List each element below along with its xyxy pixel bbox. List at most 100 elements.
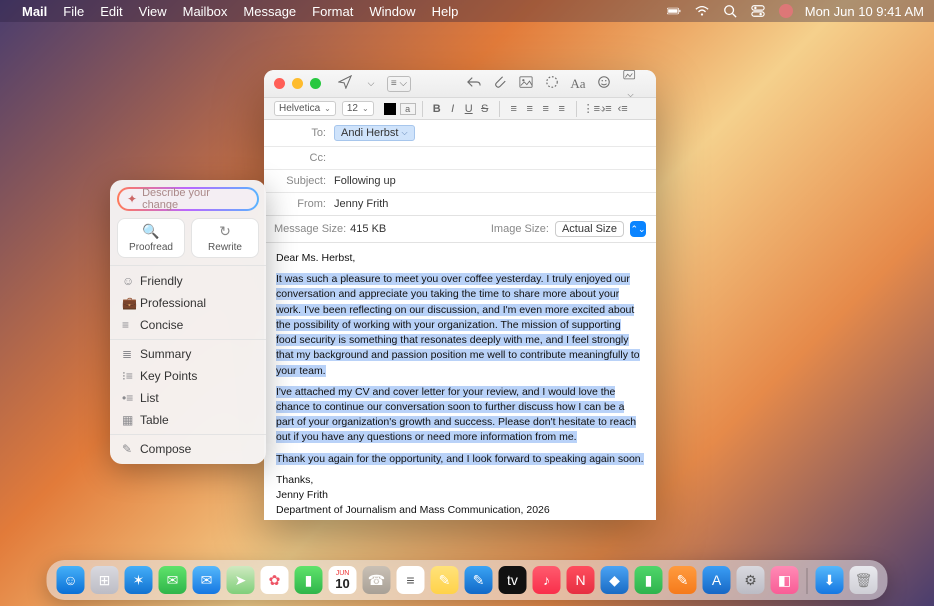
dock-finder[interactable]: ☺ xyxy=(57,566,85,594)
dock-photos[interactable]: ✿ xyxy=(261,566,289,594)
dock-reminders[interactable]: ≡ xyxy=(397,566,425,594)
wifi-icon[interactable] xyxy=(695,4,709,18)
font-select[interactable]: Helvetica⌄ xyxy=(274,101,336,116)
align-left-icon[interactable]: ≡ xyxy=(506,103,522,115)
image-size-menu-button[interactable]: ⌃⌄ xyxy=(630,221,646,237)
dock-notes[interactable]: ✎ xyxy=(431,566,459,594)
indent-left-icon[interactable]: ‹≡ xyxy=(615,103,631,115)
font-size-select[interactable]: 12⌄ xyxy=(342,101,374,116)
dock-freeform[interactable]: ✎ xyxy=(465,566,493,594)
dock-trash[interactable]: 🗑 xyxy=(850,566,878,594)
dock-numbers[interactable]: ▮ xyxy=(635,566,663,594)
dock-news[interactable]: N xyxy=(567,566,595,594)
dock-contacts[interactable]: ☎ xyxy=(363,566,391,594)
proofread-button[interactable]: 🔍 Proofread xyxy=(117,218,185,258)
align-justify-icon[interactable]: ≡ xyxy=(554,103,570,115)
transform-keypoints[interactable]: ⁝≡Key Points xyxy=(110,365,266,387)
spotlight-icon[interactable] xyxy=(723,4,737,18)
to-label: To: xyxy=(274,127,326,139)
from-field[interactable]: Jenny Frith xyxy=(334,198,388,210)
magnifier-icon: 🔍 xyxy=(142,223,159,240)
cc-row[interactable]: Cc: xyxy=(264,147,656,170)
control-center-icon[interactable] xyxy=(751,4,765,18)
menu-view[interactable]: View xyxy=(139,4,167,19)
compose-item[interactable]: ✎Compose xyxy=(110,438,266,460)
format-icon[interactable]: Aa xyxy=(568,76,588,92)
italic-button[interactable]: I xyxy=(445,103,461,115)
header-fields-icon[interactable]: ≡ ⌵ xyxy=(387,76,411,92)
image-size-select[interactable]: Actual Size xyxy=(555,221,624,237)
strike-button[interactable]: S xyxy=(477,103,493,115)
image-size-label: Image Size: xyxy=(491,223,549,235)
dock-downloads[interactable]: ⬇ xyxy=(816,566,844,594)
dock-mail[interactable]: ✉ xyxy=(193,566,221,594)
align-center-icon[interactable]: ≡ xyxy=(522,103,538,115)
describe-change-input[interactable]: ✦ Describe your change xyxy=(117,187,259,211)
body-paragraph: It was such a pleasure to meet you over … xyxy=(276,273,640,376)
send-dropdown-icon[interactable]: ⌵ xyxy=(361,78,381,89)
photo-browser-icon[interactable]: ⌵ xyxy=(620,70,640,100)
recipient-token[interactable]: Andi Herbst⌵ xyxy=(334,125,415,141)
insert-image-icon[interactable] xyxy=(516,75,536,92)
text-color-swatch[interactable] xyxy=(384,103,396,115)
emoji-icon[interactable] xyxy=(594,75,614,92)
minimize-button[interactable] xyxy=(292,78,303,89)
signature-line: Thanks, xyxy=(276,473,644,488)
menu-mailbox[interactable]: Mailbox xyxy=(183,4,228,19)
user-icon[interactable] xyxy=(779,4,793,18)
dock-maps[interactable]: ➤ xyxy=(227,566,255,594)
align-right-icon[interactable]: ≡ xyxy=(538,103,554,115)
dock-messages[interactable]: ✉ xyxy=(159,566,187,594)
bg-color-icon[interactable]: a xyxy=(400,103,416,115)
dock-safari[interactable]: ✶ xyxy=(125,566,153,594)
dock-music[interactable]: ♪ xyxy=(533,566,561,594)
dock-tv[interactable]: tv xyxy=(499,566,527,594)
menu-app[interactable]: Mail xyxy=(22,4,47,19)
from-row: From: Jenny Frith xyxy=(264,193,656,215)
describe-change-placeholder: Describe your change xyxy=(142,187,249,211)
writing-tools-icon[interactable] xyxy=(542,75,562,92)
menu-file[interactable]: File xyxy=(63,4,84,19)
body-greeting: Dear Ms. Herbst, xyxy=(276,251,644,266)
menu-format[interactable]: Format xyxy=(312,4,353,19)
menu-edit[interactable]: Edit xyxy=(100,4,122,19)
reply-icon[interactable] xyxy=(464,75,484,92)
tone-friendly[interactable]: ☺Friendly xyxy=(110,270,266,292)
dock-app-blue[interactable]: ◆ xyxy=(601,566,629,594)
attach-icon[interactable] xyxy=(490,75,510,92)
tone-concise[interactable]: ≡Concise xyxy=(110,314,266,336)
message-body[interactable]: Dear Ms. Herbst, It was such a pleasure … xyxy=(264,243,656,520)
dock-pages[interactable]: ✎ xyxy=(669,566,697,594)
dock-app-pink[interactable]: ◧ xyxy=(771,566,799,594)
close-button[interactable] xyxy=(274,78,285,89)
transform-table[interactable]: ▦Table xyxy=(110,409,266,431)
menu-help[interactable]: Help xyxy=(432,4,459,19)
subject-field[interactable]: Following up xyxy=(334,175,396,187)
menu-window[interactable]: Window xyxy=(369,4,415,19)
list-button[interactable]: ⋮≡⌵ xyxy=(583,102,599,115)
dock-facetime[interactable]: ▮ xyxy=(295,566,323,594)
indent-right-icon[interactable]: ›≡ xyxy=(599,103,615,115)
transform-summary[interactable]: ≣Summary xyxy=(110,343,266,365)
dock-appstore[interactable]: A xyxy=(703,566,731,594)
menu-message[interactable]: Message xyxy=(243,4,296,19)
subject-row: Subject: Following up xyxy=(264,170,656,193)
dock-launchpad[interactable]: ⊞ xyxy=(91,566,119,594)
transform-list[interactable]: •≡List xyxy=(110,387,266,409)
tone-professional[interactable]: 💼Professional xyxy=(110,292,266,314)
smile-icon: ☺ xyxy=(122,274,140,288)
bold-button[interactable]: B xyxy=(429,103,445,115)
list-icon: •≡ xyxy=(122,391,140,405)
size-row: Message Size: 415 KB Image Size: Actual … xyxy=(264,216,656,243)
from-label: From: xyxy=(274,198,326,210)
zoom-button[interactable] xyxy=(310,78,321,89)
battery-icon[interactable] xyxy=(667,4,681,18)
dock-settings[interactable]: ⚙ xyxy=(737,566,765,594)
subject-label: Subject: xyxy=(274,175,326,187)
menubar-clock[interactable]: Mon Jun 10 9:41 AM xyxy=(805,4,924,19)
rewrite-button[interactable]: ↻ Rewrite xyxy=(191,218,259,258)
send-icon[interactable] xyxy=(335,75,355,92)
underline-button[interactable]: U xyxy=(461,103,477,115)
body-paragraph: Thank you again for the opportunity, and… xyxy=(276,453,644,465)
dock-calendar[interactable]: JUN10 xyxy=(329,566,357,594)
